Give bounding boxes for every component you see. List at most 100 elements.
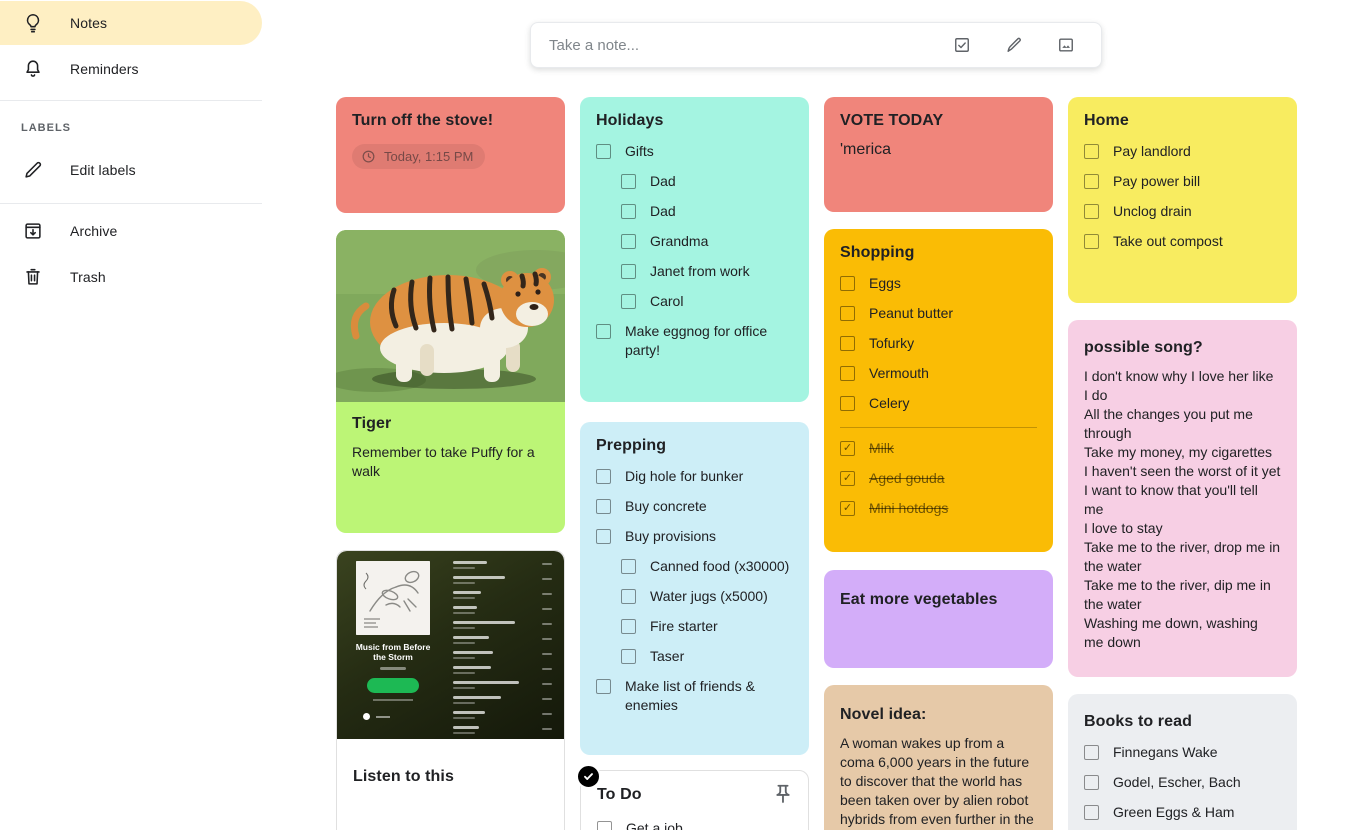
checkbox-icon[interactable] bbox=[621, 234, 636, 249]
checklist-item[interactable]: Gifts bbox=[596, 142, 793, 161]
pin-icon[interactable] bbox=[772, 783, 794, 805]
note-books-to-read[interactable]: Books to read Finnegans WakeGodel, Esche… bbox=[1068, 694, 1297, 830]
checklist-item-label: Canned food (x30000) bbox=[650, 557, 789, 576]
checklist-item[interactable]: Godel, Escher, Bach bbox=[1084, 773, 1281, 792]
checklist-item[interactable]: ✓Aged gouda bbox=[840, 469, 1037, 488]
checklist-item[interactable]: Eggs bbox=[840, 274, 1037, 293]
checklist-item[interactable]: Tofurky bbox=[840, 334, 1037, 353]
checkbox-icon[interactable] bbox=[1084, 745, 1099, 760]
take-a-note-bar[interactable] bbox=[530, 22, 1102, 68]
checklist-item[interactable]: Pay landlord bbox=[1084, 142, 1281, 161]
note-vote-today[interactable]: VOTE TODAY 'merica bbox=[824, 97, 1053, 212]
checked-checkbox-icon[interactable]: ✓ bbox=[840, 471, 855, 486]
sidebar-item-notes[interactable]: Notes bbox=[0, 1, 262, 45]
note-possible-song[interactable]: possible song? I don't know why I love h… bbox=[1068, 320, 1297, 677]
checklist-item[interactable]: Make eggnog for office party! bbox=[596, 322, 793, 360]
reminder-chip[interactable]: Today, 1:15 PM bbox=[352, 144, 485, 169]
checklist-item[interactable]: Dad bbox=[596, 172, 793, 191]
checklist-item[interactable]: Peanut butter bbox=[840, 304, 1037, 323]
new-drawing-button[interactable] bbox=[997, 28, 1031, 62]
checkbox-icon[interactable] bbox=[621, 204, 636, 219]
notes-column-3: VOTE TODAY 'merica Shopping EggsPeanut b… bbox=[824, 97, 1053, 830]
note-todo[interactable]: To Do Get a job bbox=[580, 770, 809, 830]
play-button[interactable] bbox=[367, 678, 419, 693]
sidebar-item-trash[interactable]: Trash bbox=[0, 255, 262, 299]
checkbox-icon[interactable] bbox=[621, 619, 636, 634]
new-image-button[interactable] bbox=[1049, 28, 1083, 62]
album-title: Music from Before the Storm bbox=[349, 642, 437, 662]
checked-checkbox-icon[interactable]: ✓ bbox=[840, 501, 855, 516]
checklist-item[interactable]: Dig hole for bunker bbox=[596, 467, 793, 486]
checked-checkbox-icon[interactable]: ✓ bbox=[840, 441, 855, 456]
checkbox-icon[interactable] bbox=[840, 276, 855, 291]
spotify-tracklist bbox=[437, 551, 564, 739]
checkbox-icon[interactable] bbox=[596, 144, 611, 159]
note-holidays[interactable]: Holidays GiftsDadDadGrandmaJanet from wo… bbox=[580, 97, 809, 402]
checkbox-icon[interactable] bbox=[1084, 775, 1099, 790]
checkbox-icon[interactable] bbox=[621, 264, 636, 279]
checkbox-icon[interactable] bbox=[1084, 805, 1099, 820]
shuffle-toggle[interactable] bbox=[363, 713, 390, 720]
checkbox-icon[interactable] bbox=[840, 366, 855, 381]
checkbox-icon[interactable] bbox=[596, 324, 611, 339]
checkbox-icon[interactable] bbox=[1084, 204, 1099, 219]
checklist-item[interactable]: Fire starter bbox=[596, 617, 793, 636]
checklist-item[interactable]: Vermouth bbox=[840, 364, 1037, 383]
checkbox-icon[interactable] bbox=[596, 679, 611, 694]
checkbox-icon[interactable] bbox=[621, 559, 636, 574]
sidebar-item-reminders[interactable]: Reminders bbox=[0, 47, 262, 91]
sidebar-item-label: Notes bbox=[70, 15, 107, 31]
shuffle-label-bar bbox=[376, 716, 390, 718]
note-turn-off-the-stove[interactable]: Turn off the stove! Today, 1:15 PM bbox=[336, 97, 565, 213]
checklist-item[interactable]: ✓Milk bbox=[840, 439, 1037, 458]
checkbox-icon[interactable] bbox=[621, 294, 636, 309]
checklist-item[interactable]: Finnegans Wake bbox=[1084, 743, 1281, 762]
checklist-item[interactable]: Canned food (x30000) bbox=[596, 557, 793, 576]
checklist-item[interactable]: Dad bbox=[596, 202, 793, 221]
note-title: Home bbox=[1084, 111, 1281, 131]
checkbox-icon[interactable] bbox=[621, 174, 636, 189]
checkbox-icon[interactable] bbox=[840, 336, 855, 351]
checkbox-icon[interactable] bbox=[840, 306, 855, 321]
checklist-item[interactable]: Get a job bbox=[597, 819, 792, 830]
checklist-item[interactable]: Take out compost bbox=[1084, 232, 1281, 251]
checkbox-icon[interactable] bbox=[597, 821, 612, 830]
checklist-item[interactable]: Green Eggs & Ham bbox=[1084, 803, 1281, 822]
checkbox-icon[interactable] bbox=[1084, 174, 1099, 189]
sidebar-item-archive[interactable]: Archive bbox=[0, 209, 262, 253]
note-title: To Do bbox=[597, 785, 642, 805]
note-home[interactable]: Home Pay landlord Pay power bill Unclog dr… bbox=[1068, 97, 1297, 303]
checklist-item[interactable]: Grandma bbox=[596, 232, 793, 251]
checkbox-icon[interactable] bbox=[1084, 144, 1099, 159]
checklist-item[interactable]: Make list of friends & enemies bbox=[596, 677, 793, 715]
checklist-item[interactable]: Unclog drain bbox=[1084, 202, 1281, 221]
note-novel-idea[interactable]: Novel idea: A woman wakes up from a coma… bbox=[824, 685, 1053, 830]
selected-check-badge[interactable] bbox=[576, 764, 601, 789]
checklist-item-label: Get a job bbox=[626, 819, 683, 830]
checklist-item[interactable]: Celery bbox=[840, 394, 1037, 413]
note-shopping[interactable]: Shopping EggsPeanut butterTofurkyVermout… bbox=[824, 229, 1053, 552]
new-list-button[interactable] bbox=[945, 28, 979, 62]
checkbox-icon[interactable] bbox=[596, 499, 611, 514]
checklist-item[interactable]: Buy provisions bbox=[596, 527, 793, 546]
note-listen-to-this[interactable]: Music from Before the Storm Listen to th… bbox=[336, 550, 565, 830]
checklist-item[interactable]: ✓Mini hotdogs bbox=[840, 499, 1037, 518]
note-eat-more-vegetables[interactable]: Eat more vegetables bbox=[824, 570, 1053, 668]
checkbox-icon[interactable] bbox=[1084, 234, 1099, 249]
checklist-item[interactable]: Pay power bill bbox=[1084, 172, 1281, 191]
checkbox-icon[interactable] bbox=[621, 589, 636, 604]
sidebar-item-edit-labels[interactable]: Edit labels bbox=[0, 148, 262, 192]
note-tiger[interactable]: Tiger Remember to take Puffy for a walk bbox=[336, 230, 565, 533]
checkbox-icon[interactable] bbox=[596, 529, 611, 544]
checklist-item[interactable]: Water jugs (x5000) bbox=[596, 587, 793, 606]
note-prepping[interactable]: Prepping Dig hole for bunkerBuy concrete… bbox=[580, 422, 809, 755]
checklist-item[interactable]: Carol bbox=[596, 292, 793, 311]
checklist-item[interactable]: Taser bbox=[596, 647, 793, 666]
checkbox-icon[interactable] bbox=[596, 469, 611, 484]
checkbox-icon[interactable] bbox=[621, 649, 636, 664]
checklist-item[interactable]: Buy concrete bbox=[596, 497, 793, 516]
checklist-item[interactable]: Janet from work bbox=[596, 262, 793, 281]
note-todo-wrapper: To Do Get a job bbox=[580, 770, 809, 830]
checkbox-icon[interactable] bbox=[840, 396, 855, 411]
take-a-note-input[interactable] bbox=[547, 36, 945, 55]
